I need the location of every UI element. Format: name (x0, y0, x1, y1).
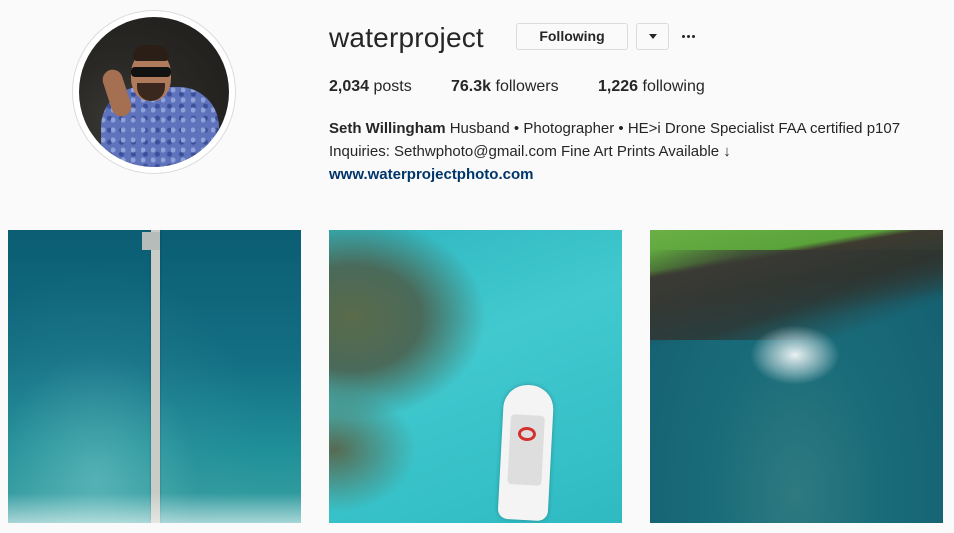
followers-label: followers (495, 78, 559, 95)
surf-graphic (8, 493, 301, 523)
avatar-image (79, 17, 229, 167)
boat-deck-graphic (507, 414, 545, 486)
avatar-hair (133, 45, 169, 61)
bio-line-2: Inquiries: Sethwphoto@gmail.com Fine Art… (329, 143, 731, 160)
avatar-sunglasses (131, 67, 171, 77)
more-options-icon (692, 35, 695, 38)
post-thumbnail-pier[interactable] (8, 230, 301, 523)
bio-website-link[interactable]: www.waterprojectphoto.com (329, 163, 533, 186)
bio-line-1: Seth Willingham Husband • Photographer •… (329, 117, 949, 140)
more-options-icon (687, 35, 690, 38)
post-thumbnail-boat[interactable] (329, 230, 622, 523)
chevron-down-icon (649, 34, 657, 39)
posts-count: 2,034 (329, 78, 370, 95)
suggestions-dropdown-button[interactable] (636, 23, 669, 50)
following-stat[interactable]: 1,226 following (598, 77, 705, 97)
boat-graphic (497, 383, 555, 522)
following-count: 1,226 (598, 78, 639, 95)
following-label: following (642, 78, 705, 95)
wave-foam-graphic (750, 325, 840, 385)
posts-stat: 2,034 posts (329, 77, 412, 97)
followers-stat[interactable]: 76.3k followers (451, 77, 559, 97)
bio-description: Husband • Photographer • HE>i Drone Spec… (449, 120, 901, 137)
post-thumbnail-coast[interactable] (650, 230, 943, 523)
bio-full-name: Seth Willingham (329, 120, 446, 137)
pier-graphic (151, 230, 160, 523)
posts-label: posts (373, 78, 412, 95)
profile-bio: Seth Willingham Husband • Photographer •… (329, 117, 949, 186)
more-options-icon (682, 35, 685, 38)
following-button[interactable]: Following (516, 23, 628, 50)
profile-username: waterproject (329, 22, 484, 53)
more-options-button[interactable] (678, 26, 700, 46)
profile-avatar[interactable] (72, 10, 236, 174)
followers-count: 76.3k (451, 78, 492, 95)
pier-end-graphic (142, 232, 160, 250)
